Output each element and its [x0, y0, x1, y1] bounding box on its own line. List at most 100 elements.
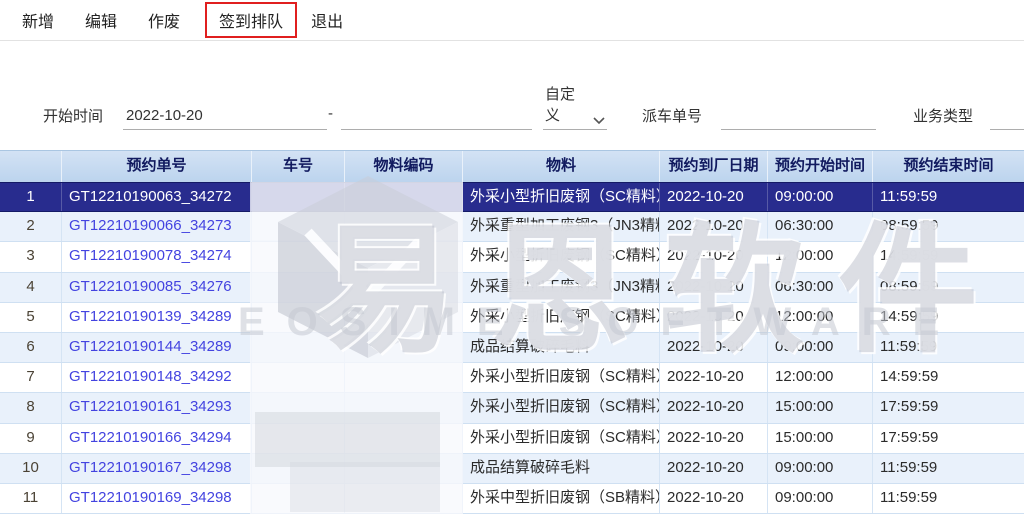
cell-start: 06:30:00	[768, 212, 873, 241]
cell-order_no[interactable]: GT12210190078_34274	[62, 242, 252, 271]
cell-start: 12:00:00	[768, 363, 873, 392]
end-time-input[interactable]	[341, 104, 532, 130]
cell-no: 7	[0, 363, 62, 392]
cell-start: 09:00:00	[768, 183, 873, 211]
cell-end: 11:59:59	[873, 484, 1024, 513]
cell-date: 2022-10-20	[660, 393, 768, 422]
cell-material: 外采小型折旧废钢（SC精料）	[463, 363, 660, 392]
table-row[interactable]: 9GT12210190166_34294 外采小型折旧废钢（SC精料）2022-1…	[0, 424, 1024, 454]
start-time-label: 开始时间	[43, 105, 103, 126]
cell-end: 11:59:59	[873, 454, 1024, 483]
cell-order_no[interactable]: GT12210190139_34289	[62, 303, 252, 332]
dispatch-no-label: 派车单号	[642, 105, 702, 126]
cell-date: 2022-10-20	[660, 242, 768, 271]
table-row[interactable]: 10GT12210190167_34298成品结算破碎毛料2022-10-200…	[0, 454, 1024, 484]
column-header-5[interactable]: 预约到厂日期	[660, 151, 768, 182]
chevron-down-icon	[593, 117, 605, 125]
cell-start: 09:00:00	[768, 484, 873, 513]
app-window: 新增 编辑 作废 签到排队退出 开始时间 - 自定义 派车单号 业务类型 车号 预约状…	[0, 0, 1024, 514]
cell-date: 2022-10-20	[660, 484, 768, 513]
cell-start: 15:00:00	[768, 424, 873, 453]
filter-panel: 开始时间 - 自定义 派车单号 业务类型 车号 预约状态	[0, 42, 1024, 150]
cell-material: 成品结算破碎毛料	[463, 333, 660, 362]
cell-end: 08:59:59	[873, 212, 1024, 241]
column-header-6[interactable]: 预约开始时间	[768, 151, 873, 182]
cell-date: 2022-10-20	[660, 424, 768, 453]
cell-order_no[interactable]: GT12210190166_34294	[62, 424, 252, 453]
toolbar-item-4[interactable]: 退出	[311, 8, 343, 32]
cell-material: 外采小型折旧废钢（SC精料）	[463, 424, 660, 453]
column-header-3[interactable]: 物料编码	[345, 151, 463, 182]
cell-end: 14:59:59	[873, 242, 1024, 271]
cell-material: 外采重型加工废钢3（JN3精料）	[463, 212, 660, 241]
cell-no: 4	[0, 273, 62, 302]
cell-date: 2022-10-20	[660, 454, 768, 483]
toolbar: 新增 编辑 作废 签到排队退出	[0, 0, 1024, 41]
cell-no: 3	[0, 242, 62, 271]
table-row[interactable]: 5GT12210190139_34289 外采小型折旧废钢（SC精料）2022-1…	[0, 303, 1024, 333]
range-preset-value: 自定义	[545, 83, 589, 125]
cell-order_no[interactable]: GT12210190085_34276	[62, 273, 252, 302]
table-row[interactable]: 3GT12210190078_34274 外采小型折旧废钢（SC精料）2022-1…	[0, 242, 1024, 272]
cell-material: 外采中型折旧废钢（SB精料）	[463, 484, 660, 513]
cell-start: 09:00:00	[768, 333, 873, 362]
cell-no: 9	[0, 424, 62, 453]
column-header-7[interactable]: 预约结束时间	[873, 151, 1024, 182]
table-row[interactable]: 11GT12210190169_34298 外采中型折旧废钢（SB精料）2022-…	[0, 484, 1024, 514]
cell-date: 2022-10-20	[660, 363, 768, 392]
cell-no: 1	[0, 183, 62, 211]
toolbar-item-0[interactable]: 新增	[22, 8, 54, 32]
reservation-table: 预约单号车号物料编码物料预约到厂日期预约开始时间预约结束时间 1GT122101…	[0, 150, 1024, 514]
cell-end: 11:59:59	[873, 333, 1024, 362]
cell-order_no[interactable]: GT12210190144_34289	[62, 333, 252, 362]
dispatch-no-input[interactable]	[721, 104, 876, 130]
column-header-1[interactable]: 预约单号	[62, 151, 252, 182]
cell-date: 2022-10-20	[660, 303, 768, 332]
cell-order_no[interactable]: GT12210190066_34273	[62, 212, 252, 241]
column-header-4[interactable]: 物料	[463, 151, 660, 182]
cell-end: 11:59:59	[873, 183, 1024, 211]
table-row[interactable]: 1GT12210190063_34272外采小型折旧废钢（SC精料）2022-1…	[0, 182, 1024, 212]
cell-no: 5	[0, 303, 62, 332]
cell-order_no[interactable]: GT12210190063_34272	[62, 183, 252, 211]
cell-material: 外采小型折旧废钢（SC精料）	[463, 393, 660, 422]
start-time-input[interactable]	[123, 104, 327, 130]
cell-no: 6	[0, 333, 62, 362]
cell-end: 14:59:59	[873, 363, 1024, 392]
table-row[interactable]: 2GT12210190066_34273外采重型加工废钢3（JN3精料）2022…	[0, 212, 1024, 242]
cell-material: 成品结算破碎毛料	[463, 454, 660, 483]
cell-start: 06:30:00	[768, 273, 873, 302]
cell-material: 外采小型折旧废钢（SC精料）	[463, 303, 660, 332]
column-header-0[interactable]	[0, 151, 62, 182]
cell-no: 2	[0, 212, 62, 241]
toolbar-item-1[interactable]: 编辑	[85, 8, 117, 32]
toolbar-item-2[interactable]: 作废	[148, 8, 180, 32]
date-range-separator: -	[328, 105, 333, 122]
cell-order_no[interactable]: GT12210190148_34292	[62, 363, 252, 392]
cell-end: 14:59:59	[873, 303, 1024, 332]
column-header-2[interactable]: 车号	[252, 151, 345, 182]
range-preset-select[interactable]: 自定义	[543, 104, 607, 130]
cell-order_no[interactable]: GT12210190167_34298	[62, 454, 252, 483]
cell-order_no[interactable]: GT12210190169_34298	[62, 484, 252, 513]
table-row[interactable]: 7GT12210190148_34292 外采小型折旧废钢（SC精料）2022-1…	[0, 363, 1024, 393]
table-row[interactable]: 4GT12210190085_34276外采重型加工废钢3（JN3精料）2022…	[0, 273, 1024, 303]
toolbar-item-3[interactable]: 签到排队	[205, 2, 297, 38]
cell-start: 09:00:00	[768, 454, 873, 483]
redaction-smudge	[255, 412, 440, 467]
cell-order_no[interactable]: GT12210190161_34293	[62, 393, 252, 422]
redaction-smudge	[290, 462, 440, 512]
cell-end: 17:59:59	[873, 393, 1024, 422]
cell-no: 11	[0, 484, 62, 513]
cell-date: 2022-10-20	[660, 273, 768, 302]
redaction-smudge	[252, 182, 463, 240]
table-row[interactable]: 8GT12210190161_34293外采小型折旧废钢（SC精料）2022-1…	[0, 393, 1024, 423]
cell-start: 12:00:00	[768, 242, 873, 271]
table-body: 1GT12210190063_34272外采小型折旧废钢（SC精料）2022-1…	[0, 182, 1024, 514]
business-type-input[interactable]	[990, 104, 1024, 130]
cell-material: 外采小型折旧废钢（SC精料）	[463, 242, 660, 271]
cell-start: 12:00:00	[768, 303, 873, 332]
cell-end: 08:59:59	[873, 273, 1024, 302]
cell-end: 17:59:59	[873, 424, 1024, 453]
table-row[interactable]: 6GT12210190144_34289成品结算破碎毛料2022-10-2009…	[0, 333, 1024, 363]
